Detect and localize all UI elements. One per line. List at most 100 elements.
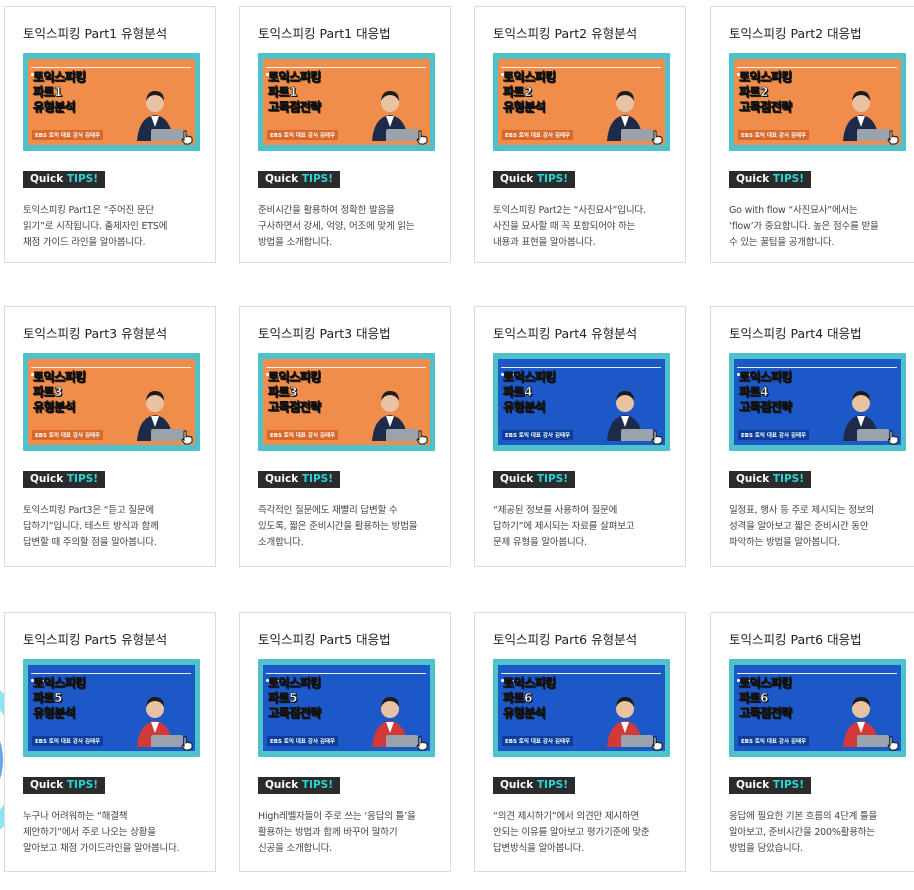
video-thumbnail[interactable]: 토익스피킹 파트1 유형분석 EBS 토익 대표 강사 김태우 [23, 53, 200, 151]
description-line: 토익스피킹 Part1은 “주어진 문단 [23, 205, 154, 216]
pointer-hand-icon [416, 736, 428, 751]
video-thumbnail[interactable]: 토익스피킹 파트1 고득점전략 EBS 토익 대표 강사 김태우 [258, 53, 435, 151]
card-title[interactable]: 토익스피킹 Part6 대응법 [729, 629, 862, 648]
thumbnail-title-line: 고득점전략 [268, 100, 322, 114]
video-card[interactable]: 토익스피킹 Part3 유형분석 토익스피킹 파트3 유형분석 EBS 토익 대… [4, 306, 216, 567]
video-card[interactable]: 토익스피킹 Part4 대응법 토익스피킹 파트4 고득점전략 EBS 토익 대… [710, 306, 914, 567]
card-description: 일정표, 행사 등 주로 제시되는 정보의 성격을 알아보고 짧은 준비시간 동… [729, 503, 909, 551]
pointer-hand-icon [181, 130, 193, 145]
card-title[interactable]: 토익스피킹 Part5 대응법 [258, 629, 391, 648]
description-line: 문제 유형을 알아봅니다. [493, 537, 587, 548]
tips-label: Quick [30, 473, 64, 485]
tips-label: Quick [265, 779, 299, 791]
thumbnail-title-line: 토익스피킹 [739, 70, 793, 84]
tips-label: Quick [265, 473, 299, 485]
tips-highlight: TIPS! [536, 173, 568, 185]
thumbnail-title-line: 토익스피킹 [739, 676, 793, 690]
thumbnail-panel: 토익스피킹 파트3 유형분석 EBS 토익 대표 강사 김태우 [28, 359, 195, 445]
thumbnail-title-line: 토익스피킹 [503, 370, 557, 384]
video-thumbnail[interactable]: 토익스피킹 파트3 유형분석 EBS 토익 대표 강사 김태우 [23, 353, 200, 451]
quick-tips-badge: Quick TIPS! [493, 777, 575, 794]
video-thumbnail[interactable]: 토익스피킹 파트3 고득점전략 EBS 토익 대표 강사 김태우 [258, 353, 435, 451]
pointer-hand-icon [887, 736, 899, 751]
description-line: 있도록, 짧은 준비시간을 활용하는 방법을 [258, 521, 418, 532]
description-line: High레벨자들이 주로 쓰는 ‘응답의 틀’을 [258, 811, 416, 822]
video-card[interactable]: 토익스피킹 Part2 대응법 토익스피킹 파트2 고득점전략 EBS 토익 대… [710, 6, 914, 263]
quick-tips-badge: Quick TIPS! [729, 171, 811, 188]
quick-tips-badge: Quick TIPS! [493, 171, 575, 188]
card-title[interactable]: 토익스피킹 Part4 유형분석 [493, 323, 637, 342]
video-card[interactable]: 토익스피킹 Part5 대응법 토익스피킹 파트5 고득점전략 EBS 토익 대… [239, 612, 451, 872]
card-title[interactable]: 토익스피킹 Part3 대응법 [258, 323, 391, 342]
pointer-hand-icon [887, 130, 899, 145]
thumbnail-instructor-label: EBS 토익 대표 강사 김태우 [738, 430, 810, 440]
thumbnail-title-line: 토익스피킹 [268, 676, 322, 690]
card-title[interactable]: 토익스피킹 Part1 대응법 [258, 23, 391, 42]
video-thumbnail[interactable]: 토익스피킹 파트6 고득점전략 EBS 토익 대표 강사 김태우 [729, 659, 906, 757]
thumbnail-instructor-label: EBS 토익 대표 강사 김태우 [738, 130, 810, 140]
card-title[interactable]: 토익스피킹 Part2 대응법 [729, 23, 862, 42]
video-card[interactable]: 토익스피킹 Part6 대응법 토익스피킹 파트6 고득점전략 EBS 토익 대… [710, 612, 914, 872]
card-title[interactable]: 토익스피킹 Part6 유형분석 [493, 629, 637, 648]
video-card[interactable]: 토익스피킹 Part1 유형분석 토익스피킹 파트1 유형분석 EBS 토익 대… [4, 6, 216, 263]
card-title[interactable]: 토익스피킹 Part4 대응법 [729, 323, 862, 342]
quick-tips-badge: Quick TIPS! [23, 471, 105, 488]
video-thumbnail[interactable]: 토익스피킹 파트5 고득점전략 EBS 토익 대표 강사 김태우 [258, 659, 435, 757]
thumbnail-instructor-label: EBS 토익 대표 강사 김태우 [32, 736, 104, 746]
tips-label: Quick [736, 779, 770, 791]
description-line: 즉각적인 질문에도 재빨리 답변할 수 [258, 505, 398, 516]
description-line: 내용과 표현을 알아봅니다. [493, 237, 596, 248]
card-title[interactable]: 토익스피킹 Part5 유형분석 [23, 629, 167, 648]
description-line: 응답에 필요한 기본 흐름의 4단계 틀을 [729, 811, 878, 822]
thumbnail-panel: 토익스피킹 파트2 고득점전략 EBS 토익 대표 강사 김태우 [734, 59, 901, 145]
description-line: 누구나 어려워하는 “해결책 [23, 811, 128, 822]
thumbnail-title-line: 파트5 [33, 691, 63, 705]
description-line: 방법을 담았습니다. [729, 843, 803, 854]
video-card[interactable]: 토익스피킹 Part2 유형분석 토익스피킹 파트2 유형분석 EBS 토익 대… [474, 6, 686, 263]
thumbnail-title-line: 유형분석 [503, 706, 546, 720]
thumbnail-title-line: 파트2 [739, 85, 769, 99]
description-line: 답변방식을 알아봅니다. [493, 843, 585, 854]
description-line: 방법을 소개합니다. [258, 237, 332, 248]
tips-highlight: TIPS! [66, 473, 98, 485]
description-line: 안되는 이유를 알아보고 평가기준에 맞춘 [493, 827, 650, 838]
description-line: 성격을 알아보고 짧은 준비시간 동안 [729, 521, 869, 532]
video-thumbnail[interactable]: 토익스피킹 파트4 유형분석 EBS 토익 대표 강사 김태우 [493, 353, 670, 451]
description-line: 제안하기”에서 주로 나오는 상황을 [23, 827, 156, 838]
video-card[interactable]: 토익스피킹 Part3 대응법 토익스피킹 파트3 고득점전략 EBS 토익 대… [239, 306, 451, 567]
video-thumbnail[interactable]: 토익스피킹 파트5 유형분석 EBS 토익 대표 강사 김태우 [23, 659, 200, 757]
card-title[interactable]: 토익스피킹 Part3 유형분석 [23, 323, 167, 342]
card-description: 누구나 어려워하는 “해결책 제안하기”에서 주로 나오는 상황을 알아보고 채… [23, 809, 203, 857]
thumbnail-instructor-label: EBS 토익 대표 강사 김태우 [32, 130, 104, 140]
description-line: 답하기”입니다. 테스트 방식과 함께 [23, 521, 159, 532]
thumbnail-instructor-label: EBS 토익 대표 강사 김태우 [32, 430, 104, 440]
card-description: 준비시간을 활용하여 정확한 발음을 구사하면서 강세, 억양, 어조에 맞게 … [258, 203, 438, 251]
card-description: 토익스피킹 Part1은 “주어진 문단 읽기”로 시작됩니다. 출제자인 ET… [23, 203, 203, 251]
tips-highlight: TIPS! [66, 779, 98, 791]
description-line: 구사하면서 강세, 억양, 어조에 맞게 읽는 [258, 221, 415, 232]
tips-highlight: TIPS! [536, 779, 568, 791]
video-card[interactable]: 토익스피킹 Part6 유형분석 토익스피킹 파트6 유형분석 EBS 토익 대… [474, 612, 686, 872]
video-thumbnail[interactable]: 토익스피킹 파트2 유형분석 EBS 토익 대표 강사 김태우 [493, 53, 670, 151]
thumbnail-instructor-label: EBS 토익 대표 강사 김태우 [267, 130, 339, 140]
thumbnail-panel: 토익스피킹 파트1 고득점전략 EBS 토익 대표 강사 김태우 [263, 59, 430, 145]
description-line: 답하기”에 제시되는 자료를 살펴보고 [493, 521, 635, 532]
thumbnail-title-line: 토익스피킹 [268, 70, 322, 84]
video-card[interactable]: 토익스피킹 Part5 유형분석 토익스피킹 파트5 유형분석 EBS 토익 대… [4, 612, 216, 872]
video-thumbnail[interactable]: 토익스피킹 파트4 고득점전략 EBS 토익 대표 강사 김태우 [729, 353, 906, 451]
card-title[interactable]: 토익스피킹 Part2 유형분석 [493, 23, 637, 42]
video-card[interactable]: 토익스피킹 Part4 유형분석 토익스피킹 파트4 유형분석 EBS 토익 대… [474, 306, 686, 567]
thumbnail-title-line: 토익스피킹 [739, 370, 793, 384]
quick-tips-badge: Quick TIPS! [258, 777, 340, 794]
video-card[interactable]: 토익스피킹 Part1 대응법 토익스피킹 파트1 고득점전략 EBS 토익 대… [239, 6, 451, 263]
video-thumbnail[interactable]: 토익스피킹 파트2 고득점전략 EBS 토익 대표 강사 김태우 [729, 53, 906, 151]
video-thumbnail[interactable]: 토익스피킹 파트6 유형분석 EBS 토익 대표 강사 김태우 [493, 659, 670, 757]
thumbnail-title-line: 파트3 [33, 385, 63, 399]
card-title[interactable]: 토익스피킹 Part1 유형분석 [23, 23, 167, 42]
thumbnail-title-line: 고득점전략 [268, 400, 322, 414]
thumbnail-title-line: 토익스피킹 [268, 370, 322, 384]
thumbnail-title-line: 고득점전략 [739, 706, 793, 720]
thumbnail-title-line: 파트6 [503, 691, 533, 705]
pointer-hand-icon [181, 430, 193, 445]
thumbnail-title-line: 파트3 [268, 385, 298, 399]
